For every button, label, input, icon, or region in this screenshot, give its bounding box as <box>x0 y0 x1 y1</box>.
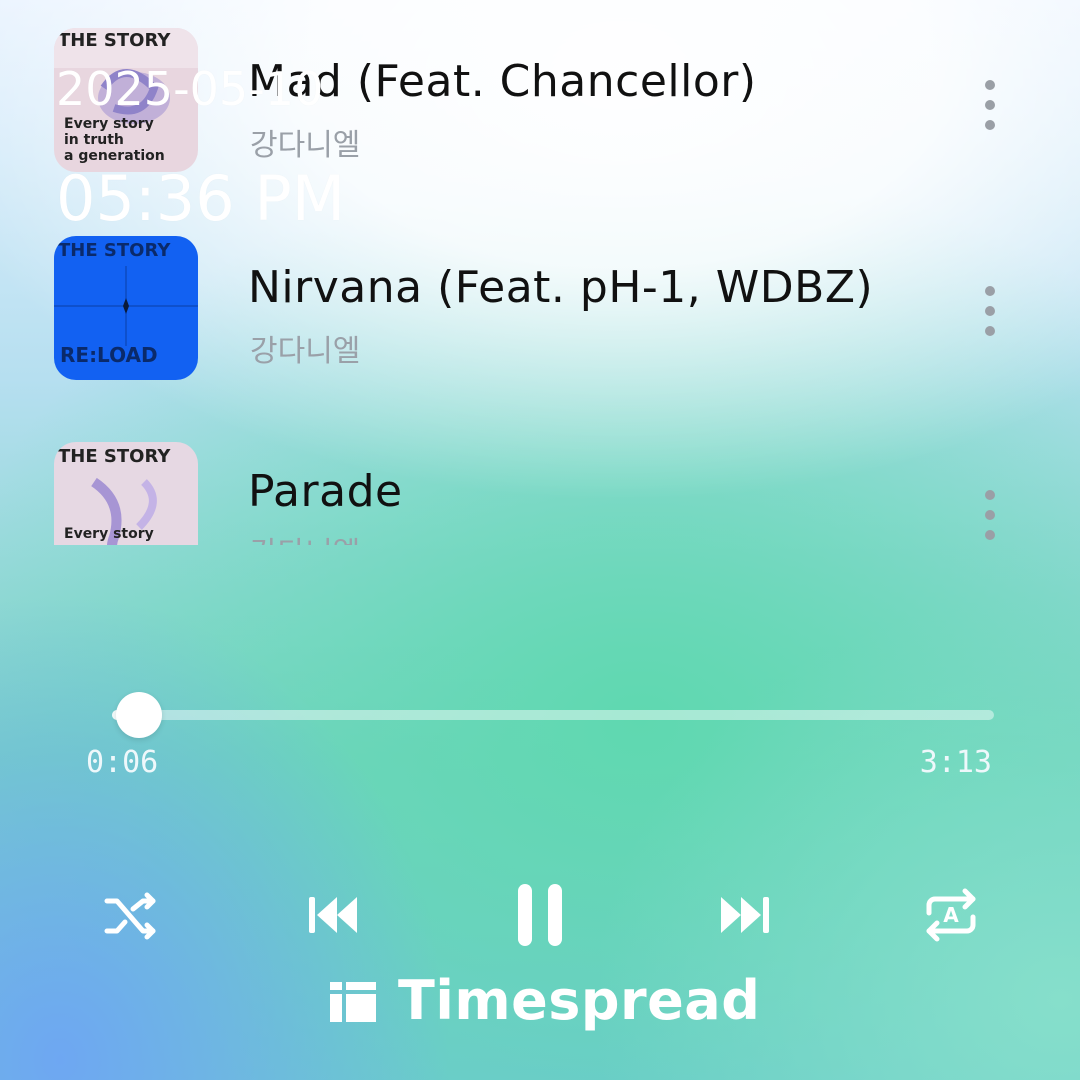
track-title: Parade <box>248 466 403 517</box>
track-artist: 강다니엘 <box>250 128 361 163</box>
track-artist: 강다니엘 <box>250 334 361 369</box>
svg-text:THE STORY: THE STORY <box>58 446 171 467</box>
previous-icon <box>309 897 357 933</box>
progress-rail <box>112 710 994 720</box>
timespread-logo-icon <box>330 982 376 1022</box>
more-options-icon[interactable] <box>980 490 1000 545</box>
svg-text:RE:LOAD: RE:LOAD <box>60 343 158 367</box>
svg-text:Every story: Every story <box>64 526 154 542</box>
elapsed-time: 0:06 <box>86 745 159 780</box>
track-title: Nirvana (Feat. pH-1, WDBZ) <box>248 262 874 313</box>
svg-text:A: A <box>943 903 959 927</box>
track-artist: 강다니엘 <box>250 528 360 545</box>
previous-button[interactable] <box>298 880 368 950</box>
next-icon <box>721 897 769 933</box>
svg-text:Every story: Every story <box>64 116 154 132</box>
svg-text:in truth: in truth <box>64 132 124 148</box>
album-art: THE STORY RE:LOAD <box>54 236 198 380</box>
svg-text:THE STORY: THE STORY <box>58 30 171 51</box>
timestamp-date: 2025-05-10 <box>56 62 324 116</box>
total-time: 3:13 <box>919 745 992 780</box>
more-options-icon[interactable] <box>980 80 1000 140</box>
album-art: THE STORY Every story <box>54 442 198 545</box>
next-button[interactable] <box>710 880 780 950</box>
list-item[interactable]: THE STORY RE:LOAD Nirvana (Feat. pH-1, W… <box>0 236 1080 386</box>
progress-thumb[interactable] <box>116 692 163 738</box>
repeat-button[interactable]: A <box>916 880 986 950</box>
shuffle-icon <box>104 892 156 940</box>
shuffle-button[interactable] <box>96 880 166 950</box>
track-title: Mad (Feat. Chancellor) <box>248 56 757 107</box>
progress-bar[interactable] <box>112 692 994 738</box>
pause-button[interactable] <box>504 880 576 950</box>
timestamp-time: 05:36 PM <box>56 162 346 235</box>
svg-text:THE STORY: THE STORY <box>58 240 171 261</box>
more-options-icon[interactable] <box>980 286 1000 346</box>
repeat-icon: A <box>926 888 976 942</box>
brand-name: Timespread <box>398 968 761 1032</box>
list-item[interactable]: THE STORY Every story Parade 강다니엘 <box>0 442 1080 545</box>
brand-watermark: Timespread <box>330 968 760 1032</box>
pause-icon <box>518 884 562 946</box>
